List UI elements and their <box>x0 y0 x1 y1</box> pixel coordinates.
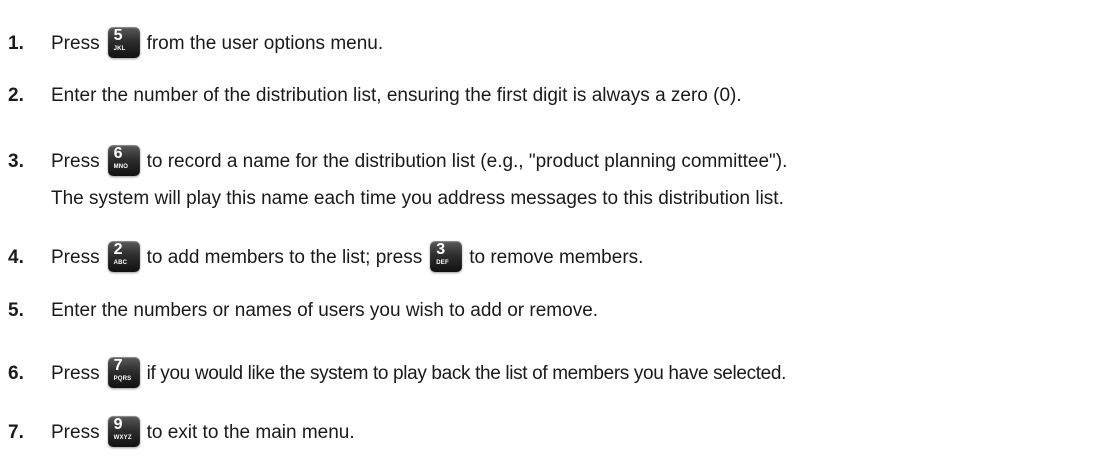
key-digit: 2 <box>113 241 123 258</box>
key-digit: 5 <box>113 27 123 44</box>
key-letters: ABC <box>113 260 128 266</box>
step-3: 3. Press 6 MNO to record a name for the dist… <box>8 145 787 176</box>
step-text-before: Press <box>51 33 100 54</box>
step-number: 5. <box>8 300 24 321</box>
step-text-after: from the user options menu. <box>146 33 384 54</box>
keypad-2-key-icon: 2 ABC <box>107 241 140 272</box>
step-text-before: Press <box>51 363 100 384</box>
step-2: 2. Enter the number of the distribution l… <box>8 84 742 107</box>
step-text: Enter the number of the distribution lis… <box>51 85 742 106</box>
step-3-continuation: The system will play this name each time… <box>51 188 784 209</box>
step-number: 6. <box>8 363 24 384</box>
step-text-before: Press <box>51 422 100 443</box>
key-digit: 9 <box>113 416 123 433</box>
step-5: 5. Enter the numbers or names of users yo… <box>8 299 598 322</box>
step-6: 6. Press 7 PQRS if you would like the system… <box>8 357 786 388</box>
keypad-7-key-icon: 7 PQRS <box>107 357 140 388</box>
step-text-after: to exit to the main menu. <box>146 422 355 443</box>
step-number: 3. <box>8 151 24 172</box>
step-number: 4. <box>8 247 24 268</box>
step-text-middle: to add members to the list; press <box>146 247 423 268</box>
key-letters: DEF <box>436 260 449 266</box>
step-text: Enter the numbers or names of users you … <box>51 300 599 321</box>
step-number: 1. <box>8 33 24 54</box>
step-number: 7. <box>8 422 24 443</box>
keypad-9-key-icon: 9 WXYZ <box>107 416 140 447</box>
key-digit: 6 <box>113 145 123 162</box>
key-letters: JKL <box>113 46 126 52</box>
step-text-before: Press <box>51 151 100 172</box>
key-letters: WXYZ <box>113 435 132 441</box>
keypad-6-key-icon: 6 MNO <box>107 145 140 176</box>
key-digit: 7 <box>113 357 123 374</box>
keypad-3-key-icon: 3 DEF <box>430 241 463 272</box>
step-4: 4. Press 2 ABC to add members to the list; p… <box>8 241 643 272</box>
step-number: 2. <box>8 85 24 106</box>
step-7: 7. Press 9 WXYZ to exit to the main menu. <box>8 416 355 447</box>
step-text-after: to record a name for the distribution li… <box>146 151 788 172</box>
step-1: 1. Press 5 JKL from the user options menu. <box>8 27 383 58</box>
step-text-after: if you would like the system to play bac… <box>146 363 787 384</box>
key-letters: PQRS <box>113 376 132 382</box>
key-letters: MNO <box>113 164 129 170</box>
key-digit: 3 <box>436 241 446 258</box>
step-text-before: Press <box>51 247 100 268</box>
step-text-after: to remove members. <box>469 247 644 268</box>
keypad-5-key-icon: 5 JKL <box>107 27 140 58</box>
